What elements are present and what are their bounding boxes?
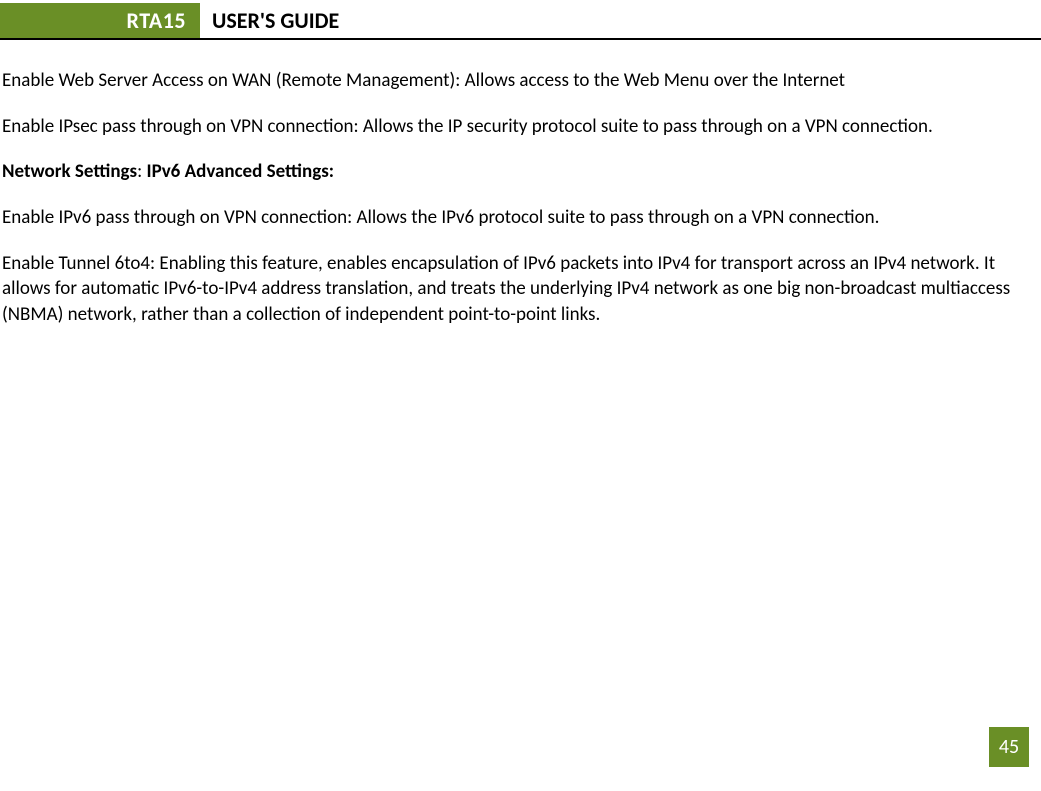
- header-title-wrap: USER'S GUIDE: [200, 0, 339, 38]
- section-heading-part1: Network Settings: [2, 160, 137, 183]
- page-header: RTA15 USER'S GUIDE: [0, 0, 1041, 40]
- header-model-text: RTA15: [127, 7, 186, 34]
- document-content: Enable Web Server Access on WAN (Remote …: [0, 68, 1041, 327]
- page-number: 45: [999, 735, 1019, 759]
- paragraph-web-server-wan: Enable Web Server Access on WAN (Remote …: [2, 68, 1035, 94]
- section-heading-separator: :: [137, 160, 146, 183]
- paragraph-tunnel-6to4: Enable Tunnel 6to4: Enabling this featur…: [2, 251, 1035, 328]
- section-heading-ipv6: Network Settings: IPv6 Advanced Settings…: [2, 159, 1035, 185]
- paragraph-ipv6-vpn: Enable IPv6 pass through on VPN connecti…: [2, 205, 1035, 231]
- header-title-text: USER'S GUIDE: [212, 7, 339, 34]
- page-number-box: 45: [989, 727, 1029, 767]
- section-heading-part2: IPv6 Advanced Settings:: [147, 160, 335, 183]
- paragraph-ipsec-vpn: Enable IPsec pass through on VPN connect…: [2, 114, 1035, 140]
- header-model-bar: RTA15: [0, 3, 200, 38]
